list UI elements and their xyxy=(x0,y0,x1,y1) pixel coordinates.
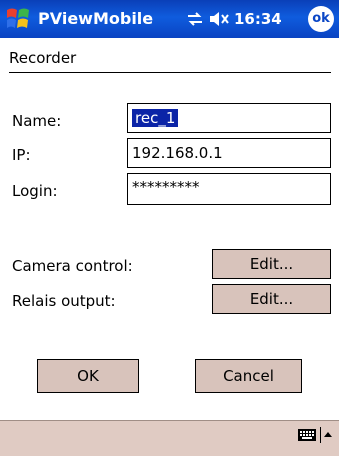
name-input[interactable]: rec_1 xyxy=(127,103,331,133)
login-input[interactable]: ********* xyxy=(127,173,331,205)
login-label: Login: xyxy=(12,182,58,200)
ok-button[interactable]: OK xyxy=(37,359,139,393)
clock[interactable]: 16:34 xyxy=(234,10,282,28)
title-separator xyxy=(9,72,331,73)
login-input-value: ********* xyxy=(132,178,200,196)
app-title: PViewMobile xyxy=(38,9,154,28)
connectivity-icon[interactable] xyxy=(186,10,204,28)
ip-input[interactable]: 192.168.0.1 xyxy=(127,138,331,168)
ip-label: IP: xyxy=(12,146,31,164)
name-label: Name: xyxy=(12,112,62,130)
cancel-button[interactable]: Cancel xyxy=(195,359,302,393)
input-panel-arrow-icon[interactable] xyxy=(320,425,334,445)
keyboard-icon[interactable] xyxy=(297,426,317,444)
ok-close-button[interactable]: ok xyxy=(308,6,334,32)
camera-control-label: Camera control: xyxy=(12,257,133,275)
relais-output-label: Relais output: xyxy=(12,292,116,310)
relais-output-edit-button[interactable]: Edit... xyxy=(212,284,331,314)
dialog-title: Recorder xyxy=(9,49,77,67)
title-bar: PViewMobile 16:34 ok xyxy=(0,0,339,38)
bottom-menu-bar xyxy=(0,420,339,456)
volume-muted-icon[interactable] xyxy=(208,10,230,28)
camera-control-edit-button[interactable]: Edit... xyxy=(212,249,331,279)
name-input-value: rec_1 xyxy=(132,109,179,127)
windows-start-icon[interactable] xyxy=(6,6,30,32)
ip-input-value: 192.168.0.1 xyxy=(132,144,223,162)
